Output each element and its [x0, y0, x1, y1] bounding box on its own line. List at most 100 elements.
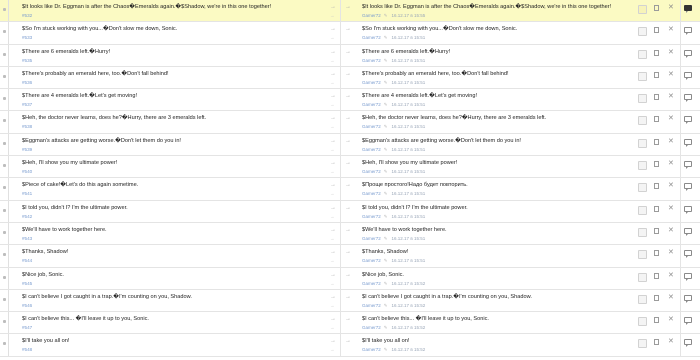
- delete-icon[interactable]: ✕: [668, 181, 674, 189]
- delete-icon[interactable]: ✕: [668, 204, 674, 212]
- copy-source-arrow[interactable]: → →: [326, 201, 340, 222]
- string-id-link[interactable]: #538: [22, 124, 32, 129]
- translation-arrow[interactable]: →: [340, 0, 356, 22]
- comment-icon[interactable]: [684, 294, 692, 303]
- delete-icon[interactable]: ✕: [668, 137, 674, 145]
- row-handle[interactable]: [0, 111, 9, 133]
- comment-icon[interactable]: [684, 272, 692, 281]
- row-handle[interactable]: [0, 245, 9, 267]
- translation-arrow[interactable]: →: [340, 44, 356, 66]
- translation-cell[interactable]: $Eggman's attacks are getting worse.�Don…: [358, 134, 636, 155]
- translation-arrow[interactable]: →: [340, 289, 356, 312]
- row-handle[interactable]: [0, 267, 9, 289]
- copy-source-arrow[interactable]: → →: [326, 268, 340, 289]
- row-handle[interactable]: [0, 289, 9, 312]
- string-id-link[interactable]: #533: [22, 35, 32, 40]
- copy-source-arrow[interactable]: → →: [326, 245, 340, 266]
- row-handle[interactable]: [0, 222, 9, 245]
- copy-source-arrow[interactable]: → →: [326, 89, 340, 110]
- copy-icon[interactable]: [654, 71, 659, 78]
- row-handle[interactable]: [0, 22, 9, 44]
- translator-user-link[interactable]: Gamer72: [362, 35, 381, 40]
- row-handle[interactable]: [0, 156, 9, 178]
- string-id-link[interactable]: #541: [22, 191, 32, 196]
- approve-checkbox[interactable]: [638, 272, 647, 282]
- translation-arrow[interactable]: →: [340, 133, 356, 156]
- source-cell[interactable]: $There are 4 emeralds left.�Let's get mo…: [11, 89, 324, 110]
- copy-source-arrow[interactable]: → →: [326, 178, 340, 199]
- row-handle[interactable]: [0, 133, 9, 156]
- copy-source-arrow[interactable]: → →: [326, 290, 340, 311]
- delete-icon[interactable]: ✕: [668, 226, 674, 234]
- source-cell[interactable]: $I told you, didn't I? I'm the ultimate …: [11, 201, 324, 222]
- copy-icon[interactable]: [654, 272, 659, 279]
- approve-checkbox[interactable]: [638, 94, 647, 104]
- translation-cell[interactable]: $It looks like Dr. Eggman is after the C…: [358, 0, 636, 21]
- approve-checkbox[interactable]: [638, 205, 647, 215]
- string-id-link[interactable]: #543: [22, 236, 32, 241]
- comment-icon[interactable]: [684, 339, 692, 348]
- translation-arrow[interactable]: →: [340, 89, 356, 111]
- approve-checkbox[interactable]: [638, 49, 647, 59]
- translator-user-link[interactable]: Gamer72: [362, 325, 381, 330]
- copy-icon[interactable]: [654, 5, 659, 11]
- copy-icon[interactable]: [654, 49, 659, 56]
- translation-cell[interactable]: $I told you, didn't I? I'm the ultimate …: [358, 201, 636, 222]
- delete-icon[interactable]: ✕: [668, 248, 674, 256]
- approve-checkbox[interactable]: [638, 161, 647, 171]
- copy-source-arrow[interactable]: → →: [326, 312, 340, 333]
- translation-arrow[interactable]: →: [340, 245, 356, 267]
- translator-user-link[interactable]: Gamer72: [362, 124, 381, 129]
- comment-icon[interactable]: [684, 116, 692, 125]
- translation-arrow[interactable]: →: [340, 312, 356, 334]
- copy-icon[interactable]: [654, 27, 659, 34]
- comment-icon[interactable]: [684, 94, 692, 103]
- translator-user-link[interactable]: Gamer72: [362, 214, 381, 219]
- comment-icon[interactable]: [684, 27, 692, 36]
- translator-user-link[interactable]: Gamer72: [362, 13, 381, 18]
- string-id-link[interactable]: #537: [22, 102, 32, 107]
- approve-checkbox[interactable]: [638, 116, 647, 126]
- string-id-link[interactable]: #536: [22, 80, 32, 85]
- comment-icon[interactable]: [684, 250, 692, 259]
- approve-checkbox[interactable]: [638, 5, 647, 14]
- comment-icon[interactable]: [684, 138, 692, 147]
- translation-arrow[interactable]: →: [340, 267, 356, 289]
- approve-checkbox[interactable]: [638, 227, 647, 237]
- source-cell[interactable]: $We'll have to work together here. #543: [11, 223, 324, 244]
- approve-checkbox[interactable]: [638, 250, 647, 260]
- copy-source-arrow[interactable]: → →: [326, 22, 340, 43]
- row-handle[interactable]: [0, 178, 9, 200]
- row-handle[interactable]: [0, 334, 9, 356]
- approve-checkbox[interactable]: [638, 71, 647, 81]
- comment-icon[interactable]: [684, 5, 692, 13]
- comment-icon[interactable]: [684, 71, 692, 80]
- copy-source-arrow[interactable]: → →: [326, 334, 340, 355]
- row-handle[interactable]: [0, 89, 9, 111]
- delete-icon[interactable]: ✕: [668, 293, 674, 301]
- translation-arrow[interactable]: →: [340, 156, 356, 178]
- approve-checkbox[interactable]: [638, 339, 647, 349]
- approve-checkbox[interactable]: [638, 294, 647, 304]
- string-id-link[interactable]: #540: [22, 169, 32, 174]
- source-cell[interactable]: $I'll take you all on! #548: [11, 334, 324, 355]
- translator-user-link[interactable]: Gamer72: [362, 258, 381, 263]
- delete-icon[interactable]: ✕: [668, 92, 674, 100]
- delete-icon[interactable]: ✕: [668, 315, 674, 323]
- source-cell[interactable]: $Eggman's attacks are getting worse.�Don…: [11, 134, 324, 155]
- string-id-link[interactable]: #542: [22, 214, 32, 219]
- comment-icon[interactable]: [684, 183, 692, 192]
- translation-cell[interactable]: $Heh, the doctor never learns, does he?�…: [358, 111, 636, 132]
- delete-icon[interactable]: ✕: [668, 48, 674, 56]
- translator-user-link[interactable]: Gamer72: [362, 102, 381, 107]
- translation-arrow[interactable]: →: [340, 222, 356, 245]
- source-cell[interactable]: $Piece of cake!�Let's do this again some…: [11, 178, 324, 199]
- translator-user-link[interactable]: Gamer72: [362, 347, 381, 352]
- copy-icon[interactable]: [654, 317, 659, 324]
- translation-cell[interactable]: $We'll have to work together here. Gamer…: [358, 223, 636, 244]
- translator-user-link[interactable]: Gamer72: [362, 80, 381, 85]
- copy-source-arrow[interactable]: → →: [326, 134, 340, 155]
- string-id-link[interactable]: #546: [22, 303, 32, 308]
- delete-icon[interactable]: ✕: [668, 271, 674, 279]
- translator-user-link[interactable]: Gamer72: [362, 147, 381, 152]
